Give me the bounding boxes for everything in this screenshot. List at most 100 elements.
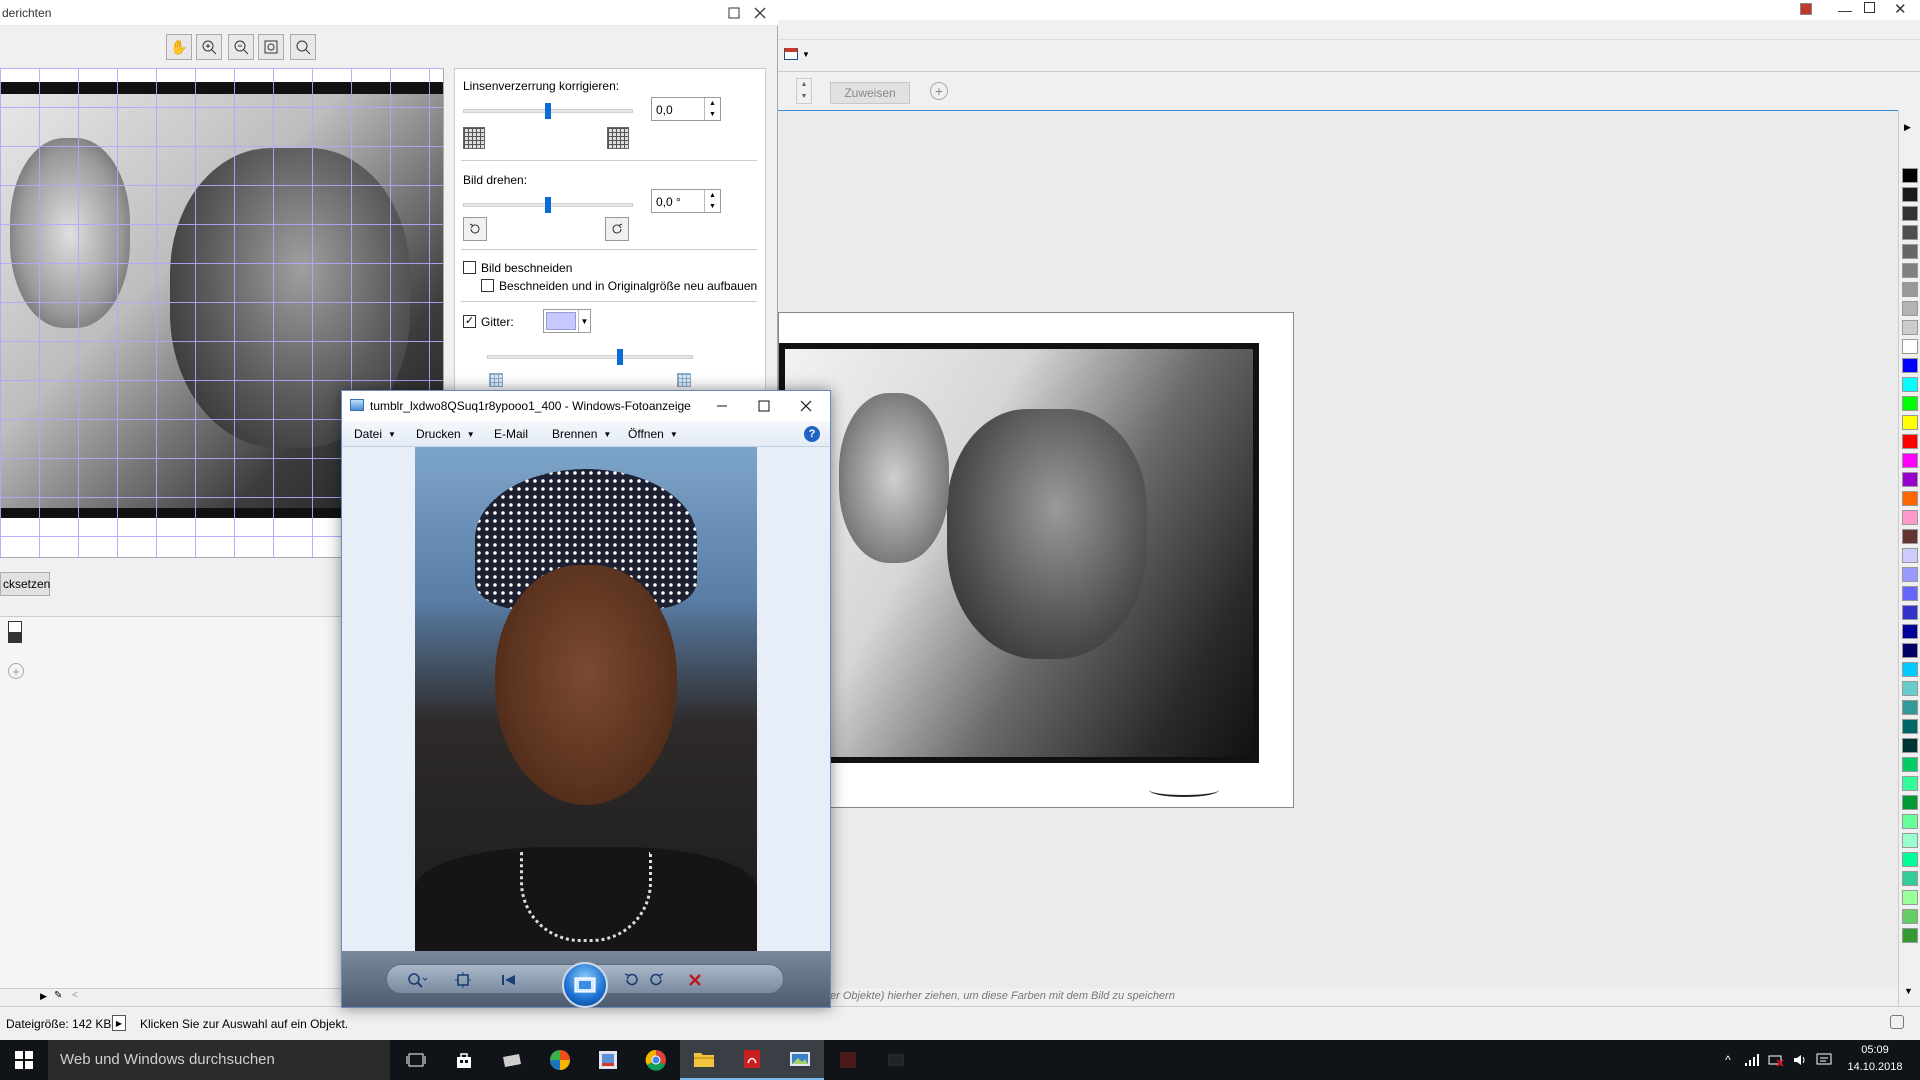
- palette-swatch[interactable]: [1902, 244, 1918, 259]
- grid-size-slider-track[interactable]: [487, 355, 693, 359]
- rotate-left-button[interactable]: [619, 969, 643, 991]
- taskbar-app-dark[interactable]: [824, 1040, 872, 1080]
- palette-swatch[interactable]: [1902, 662, 1918, 677]
- lens-spin-buttons[interactable]: ▲ ▼: [704, 98, 720, 120]
- palette-swatch[interactable]: [1902, 795, 1918, 810]
- palette-swatch[interactable]: [1902, 548, 1918, 563]
- spin-up-icon[interactable]: ▲: [705, 190, 720, 201]
- taskbar-file-explorer[interactable]: [680, 1040, 728, 1080]
- zoom-out-button[interactable]: [228, 34, 254, 60]
- battery-warning-icon[interactable]: [1768, 1052, 1784, 1068]
- palette-swatch[interactable]: [1902, 301, 1918, 316]
- palette-swatch[interactable]: [1902, 605, 1918, 620]
- taskbar-pdf-reader[interactable]: [728, 1040, 776, 1080]
- zoom-button[interactable]: [405, 969, 429, 991]
- page-icon[interactable]: [8, 621, 22, 643]
- palette-swatch[interactable]: [1902, 700, 1918, 715]
- maximize-button[interactable]: [746, 395, 782, 417]
- lens-spinbox[interactable]: 0,0 ▲ ▼: [651, 97, 721, 121]
- network-icon[interactable]: [1744, 1052, 1760, 1068]
- taskbar-photo-paint[interactable]: [584, 1040, 632, 1080]
- palette-swatch[interactable]: [1902, 339, 1918, 354]
- restore-icon[interactable]: [1864, 2, 1875, 13]
- print-dropdown-icon[interactable]: ▼: [802, 50, 810, 59]
- palette-swatch[interactable]: [1902, 814, 1918, 829]
- palette-swatch[interactable]: [1902, 510, 1918, 525]
- zoom-in-button[interactable]: [196, 34, 222, 60]
- spin-arrows-icon[interactable]: ▲ ▼: [796, 78, 812, 104]
- previous-button[interactable]: [497, 969, 521, 991]
- start-button[interactable]: [0, 1040, 48, 1080]
- palette-swatch[interactable]: [1902, 719, 1918, 734]
- palette-swatch[interactable]: [1902, 586, 1918, 601]
- clock-date[interactable]: 14.10.2018: [1845, 1061, 1905, 1073]
- palette-swatch[interactable]: [1902, 833, 1918, 848]
- volume-icon[interactable]: [1792, 1052, 1808, 1068]
- close-icon[interactable]: ✕: [1894, 0, 1907, 18]
- play-icon[interactable]: ▶: [40, 991, 47, 1002]
- palette-swatch[interactable]: [1902, 681, 1918, 696]
- palette-swatch[interactable]: [1902, 776, 1918, 791]
- rotate-left-button[interactable]: [463, 217, 487, 241]
- reset-button[interactable]: cksetzen: [0, 572, 50, 596]
- task-view-button[interactable]: [392, 1040, 440, 1080]
- palette-swatch[interactable]: [1902, 491, 1918, 506]
- menu-print[interactable]: Drucken ▼: [416, 427, 475, 441]
- taskbar-app-gray[interactable]: [488, 1040, 536, 1080]
- menu-open[interactable]: Öffnen ▼: [628, 427, 678, 441]
- palette-swatch[interactable]: [1902, 282, 1918, 297]
- actual-size-button[interactable]: [290, 34, 316, 60]
- add-icon[interactable]: +: [8, 663, 24, 679]
- palette-swatch[interactable]: [1902, 453, 1918, 468]
- taskbar-search-input[interactable]: Web und Windows durchsuchen: [48, 1040, 390, 1080]
- menu-email[interactable]: E-Mail: [494, 427, 528, 441]
- maximize-button[interactable]: [722, 2, 746, 24]
- crop-checkbox[interactable]: [463, 261, 476, 274]
- actual-size-button[interactable]: [451, 969, 475, 991]
- close-button[interactable]: [748, 2, 772, 24]
- menu-file[interactable]: Datei ▼: [354, 427, 396, 441]
- rotate-right-button[interactable]: [645, 969, 669, 991]
- palette-swatch[interactable]: [1902, 187, 1918, 202]
- grid-color-picker[interactable]: ▼: [543, 309, 591, 333]
- pan-tool-button[interactable]: ✋: [166, 34, 192, 60]
- print-icon[interactable]: [784, 48, 798, 60]
- canvas-page[interactable]: [778, 312, 1294, 808]
- scroll-left-icon[interactable]: <: [72, 990, 78, 1001]
- delete-button[interactable]: [683, 969, 707, 991]
- play-icon[interactable]: ▶: [112, 1015, 126, 1031]
- palette-swatch[interactable]: [1902, 263, 1918, 278]
- grid-size-slider-thumb[interactable]: [617, 349, 623, 365]
- palette-swatch[interactable]: [1902, 168, 1918, 183]
- grid-checkbox[interactable]: ✓: [463, 315, 476, 328]
- palette-swatch[interactable]: [1902, 358, 1918, 373]
- taskbar-photo-viewer[interactable]: [776, 1040, 824, 1080]
- photo-viewer-canvas[interactable]: [342, 447, 830, 951]
- rotate-spinbox[interactable]: 0,0 ° ▲ ▼: [651, 189, 721, 213]
- close-button[interactable]: [788, 395, 824, 417]
- palette-swatch[interactable]: [1902, 396, 1918, 411]
- action-center-icon[interactable]: [1816, 1052, 1832, 1068]
- palette-swatch[interactable]: [1902, 738, 1918, 753]
- user-icon[interactable]: [1800, 3, 1812, 15]
- palette-swatch[interactable]: [1902, 852, 1918, 867]
- minimize-icon[interactable]: —: [1838, 2, 1852, 18]
- palette-swatch[interactable]: [1902, 225, 1918, 240]
- slideshow-button[interactable]: [562, 962, 608, 1008]
- rotate-slider-thumb[interactable]: [545, 197, 551, 213]
- lens-slider-thumb[interactable]: [545, 103, 551, 119]
- palette-swatch[interactable]: [1902, 909, 1918, 924]
- palette-swatch[interactable]: [1902, 624, 1918, 639]
- settings-icon[interactable]: [1890, 1015, 1904, 1029]
- palette-expand-icon[interactable]: ▶: [1904, 122, 1911, 133]
- eyedropper-icon[interactable]: ✎: [54, 990, 62, 1001]
- palette-swatch[interactable]: [1902, 928, 1918, 943]
- taskbar-coreldraw[interactable]: [536, 1040, 584, 1080]
- taskbar-store[interactable]: [440, 1040, 488, 1080]
- menu-burn[interactable]: Brennen ▼: [552, 427, 611, 441]
- minimize-button[interactable]: [704, 395, 740, 417]
- palette-scroll-down-icon[interactable]: ▼: [1904, 986, 1913, 996]
- palette-swatch[interactable]: [1902, 472, 1918, 487]
- palette-swatch[interactable]: [1902, 871, 1918, 886]
- rotate-spin-buttons[interactable]: ▲ ▼: [704, 190, 720, 212]
